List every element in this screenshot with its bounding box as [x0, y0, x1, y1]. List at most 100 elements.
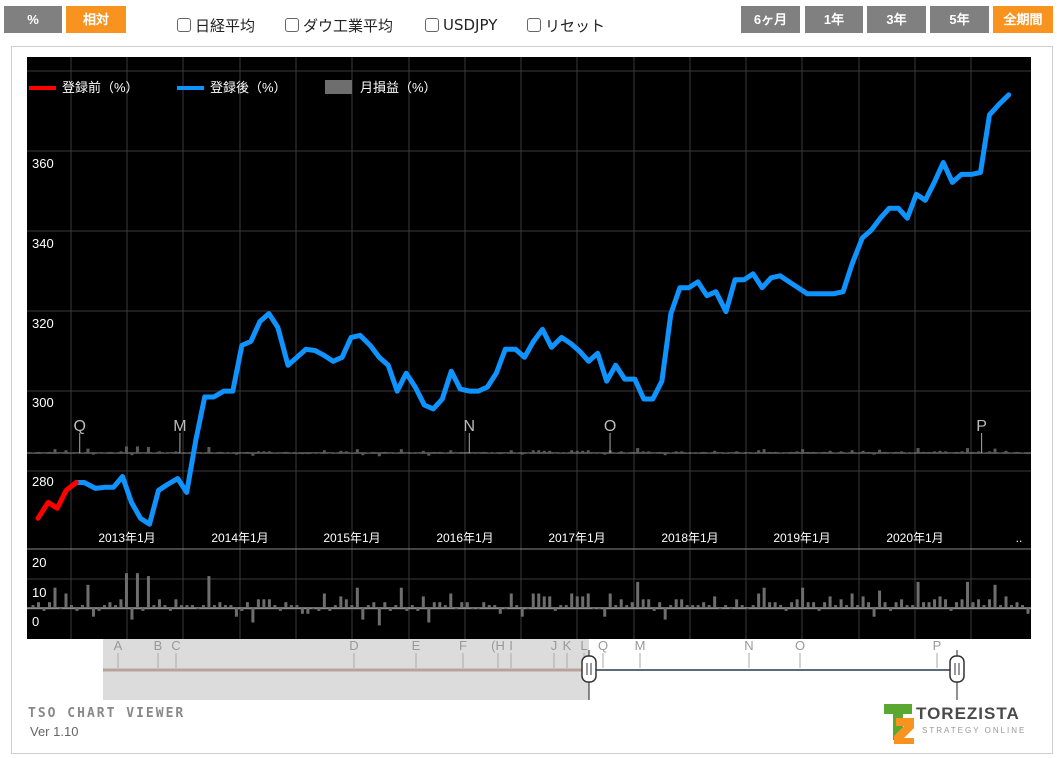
version-label: Ver 1.10 — [30, 724, 79, 739]
monthly-bar-main — [487, 452, 491, 454]
monthly-bar-main — [146, 446, 150, 453]
monthly-bar — [911, 605, 915, 608]
monthly-bar — [548, 596, 552, 608]
monthly-bar — [42, 608, 46, 611]
monthly-bar — [119, 599, 123, 608]
monthly-bar — [515, 605, 519, 608]
monthly-bar — [702, 602, 706, 608]
x-tick-2018: 2018年1月 — [661, 531, 718, 545]
monthly-bar-main — [575, 450, 579, 453]
monthly-bar — [190, 605, 194, 608]
monthly-bar-main — [207, 446, 211, 453]
monthly-bar — [768, 602, 772, 608]
monthly-bar-main — [746, 453, 750, 454]
monthly-bar — [746, 608, 750, 609]
monthly-bar — [102, 605, 106, 608]
monthly-bar-main — [894, 451, 898, 453]
monthly-bar — [944, 599, 948, 608]
monthly-bar-main — [306, 453, 310, 455]
monthly-bar-main — [42, 453, 46, 454]
monthly-bar-main — [757, 450, 761, 453]
monthly-bar — [916, 581, 920, 608]
event-marker-label: O — [604, 418, 616, 435]
monthly-bar-main — [592, 453, 596, 454]
monthly-bar — [872, 608, 876, 617]
monthly-bar-main — [212, 452, 216, 454]
monthly-bar-main — [438, 451, 442, 453]
monthly-bar — [471, 608, 475, 609]
monthly-bar — [405, 608, 409, 611]
monthly-bar-main — [273, 452, 277, 454]
monthly-bar-main — [988, 451, 992, 453]
monthly-bar — [674, 599, 678, 608]
monthly-bar — [625, 605, 629, 608]
monthly-bar — [526, 608, 530, 609]
monthly-bar-main — [240, 453, 244, 454]
handle-right-grip[interactable] — [949, 655, 965, 683]
monthly-bar-main — [355, 449, 359, 453]
monthly-bar-main — [278, 453, 282, 454]
monthly-bar — [581, 596, 585, 608]
monthly-bar — [366, 605, 370, 608]
monthly-bar — [1004, 596, 1008, 608]
monthly-bar-main — [465, 451, 469, 453]
monthly-bar — [328, 608, 332, 611]
monthly-bar-main — [229, 452, 233, 454]
monthly-bar — [779, 605, 783, 608]
monthly-bar-main — [223, 452, 227, 454]
monthly-bar-main — [586, 450, 590, 453]
monthly-bar-main — [762, 449, 766, 453]
navigator-marker-label: B — [154, 638, 163, 653]
monthly-bar-main — [751, 452, 755, 454]
navigator[interactable]: A B C D E F (H I J K L Q M N O P — [103, 638, 968, 700]
monthly-bar — [69, 605, 73, 608]
monthly-bar-main — [872, 453, 876, 455]
monthly-bar — [762, 587, 766, 608]
monthly-bar — [498, 608, 502, 614]
handle-left-grip[interactable] — [581, 655, 597, 683]
monthly-bar — [163, 605, 167, 608]
monthly-bar — [900, 599, 904, 608]
monthly-bar — [251, 608, 255, 623]
monthly-bar — [707, 605, 711, 608]
monthly-bar-main — [680, 451, 684, 453]
monthly-bar-main — [262, 451, 266, 453]
monthly-bar-main — [196, 453, 200, 454]
monthly-bar-main — [124, 446, 128, 453]
monthly-bar — [300, 608, 304, 614]
monthly-bar — [586, 593, 590, 608]
monthly-bar — [152, 605, 156, 608]
monthly-bar — [218, 602, 222, 608]
monthly-bar — [322, 593, 326, 608]
monthly-bar-main — [53, 449, 57, 453]
monthly-bar-main — [388, 453, 392, 454]
monthly-bar-main — [377, 453, 381, 457]
monthly-bar-main — [531, 450, 535, 453]
monthly-bar-main — [916, 448, 920, 453]
navigator-marker-label: C — [171, 638, 180, 653]
monthly-bar-main — [861, 450, 865, 453]
monthly-bar — [790, 602, 794, 608]
logo-subtitle: STRATEGY ONLINE — [922, 726, 1027, 735]
monthly-bar-main — [58, 453, 62, 454]
monthly-bar-main — [234, 453, 238, 455]
monthly-bar — [1015, 602, 1019, 608]
monthly-bar — [735, 599, 739, 608]
monthly-bar — [58, 608, 62, 609]
monthly-bar-main — [328, 453, 332, 454]
monthly-bar — [168, 608, 172, 611]
torezista-logo-icon — [884, 704, 914, 744]
monthly-bar-main — [135, 446, 139, 453]
monthly-bar — [729, 608, 733, 609]
navigator-marker-label: D — [349, 638, 358, 653]
monthly-bar-main — [163, 452, 167, 454]
monthly-bar — [531, 593, 535, 608]
monthly-bar-main — [839, 451, 843, 453]
legend-label-monthly: 月損益（%） — [360, 80, 437, 95]
monthly-bar — [680, 599, 684, 608]
x-tick-2016: 2016年1月 — [436, 531, 493, 545]
monthly-bar — [812, 602, 816, 608]
monthly-bar-main — [652, 453, 656, 454]
monthly-bar-main — [317, 453, 321, 454]
monthly-bar-main — [141, 453, 145, 454]
